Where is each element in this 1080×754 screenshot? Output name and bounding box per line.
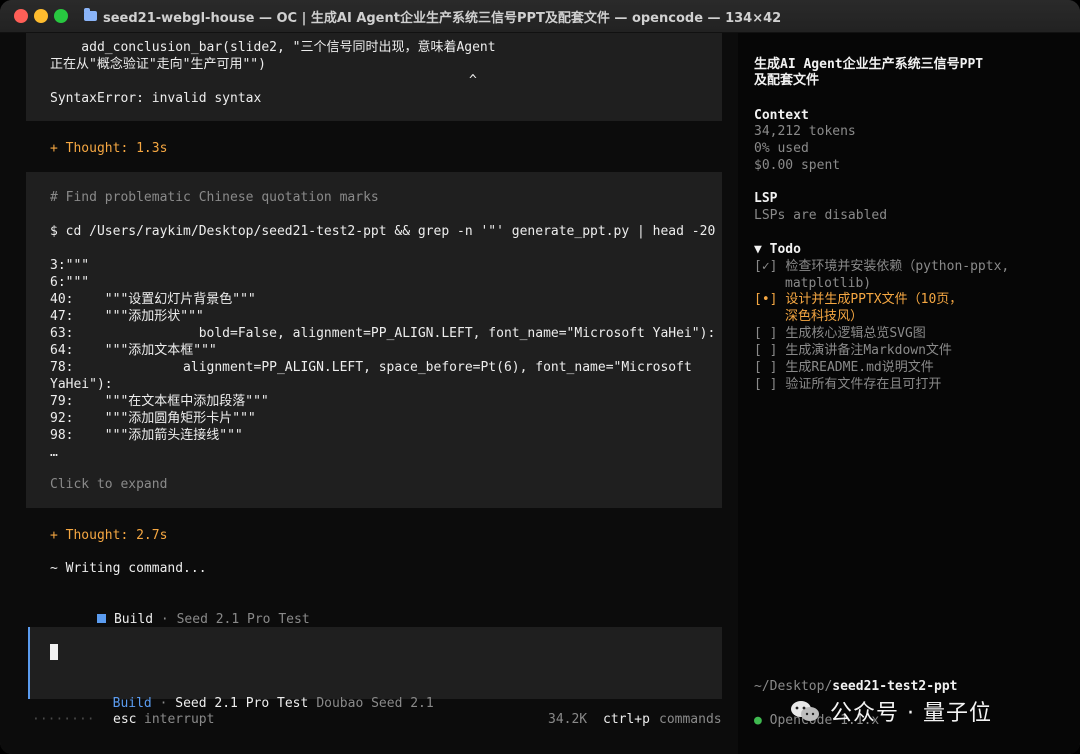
writing-status: ~ Writing command... xyxy=(50,561,207,576)
context-header: Context xyxy=(754,108,809,123)
session-title-line-2: 及配套文件 xyxy=(754,73,820,88)
path-dir: seed21-test2-ppt xyxy=(832,679,958,694)
build-square-icon xyxy=(96,614,106,623)
todo-empty-checkbox: [ ] xyxy=(754,360,778,375)
todo-checkmark: [✓] xyxy=(754,259,778,274)
output-line: 64: """添加文本框""" xyxy=(50,343,217,358)
watermark: 公众号 · 量子位 xyxy=(790,696,1060,726)
todo-text: 生成演讲备注Markdown文件 xyxy=(785,343,952,358)
conversation-pane[interactable]: add_conclusion_bar(slide2, "三个信号同时出现，意味着… xyxy=(0,33,738,754)
todo-text: 验证所有文件存在且可打开 xyxy=(785,377,942,392)
error-message: SyntaxError: invalid syntax xyxy=(50,91,262,106)
commands-label[interactable]: commands xyxy=(659,711,722,728)
session-sidebar: 生成AI Agent企业生产系统三信号PPT 及配套文件 Context 34,… xyxy=(738,33,1080,754)
prompt-input[interactable]: Build · Seed 2.1 Pro Test Doubao Seed 2.1 xyxy=(30,627,722,711)
todo-item: [ ] 生成README.md说明文件 xyxy=(754,359,934,376)
output-line: 63: bold=False, alignment=PP_ALIGN.LEFT,… xyxy=(50,326,716,341)
todo-item: [ ] 生成演讲备注Markdown文件 xyxy=(754,342,952,359)
window-title-text: seed21-webgl-house — OC | 生成AI Agent企业生产… xyxy=(103,10,782,26)
minimize-window-button[interactable] xyxy=(34,9,48,23)
thought-indicator-1[interactable]: + Thought: 1.3s xyxy=(50,140,167,157)
terminal-window: seed21-webgl-house — OC | 生成AI Agent企业生产… xyxy=(0,0,1080,754)
error-code-line-2: 正在从"概念验证"走向"生产可用"") xyxy=(50,57,266,72)
context-spent: $0.00 spent xyxy=(754,158,841,173)
output-line: … xyxy=(50,445,58,460)
todo-active-marker: [•] xyxy=(754,292,778,307)
output-line: 92: """添加圆角矩形卡片""" xyxy=(50,411,256,426)
wechat-icon xyxy=(791,701,819,721)
lsp-header: LSP xyxy=(754,191,778,206)
build-label: Build xyxy=(113,612,154,627)
output-line: 98: """添加箭头连接线""" xyxy=(50,428,243,443)
command-comment: # Find problematic Chinese quotation mar… xyxy=(50,190,379,205)
path-prefix: ~/Desktop/ xyxy=(754,679,833,694)
lsp-status: LSPs are disabled xyxy=(754,208,888,223)
todo-header-toggle[interactable]: ▼ Todo xyxy=(754,241,801,258)
output-line: 79: """在文本框中添加段落""" xyxy=(50,394,269,409)
context-used: 0% used xyxy=(754,141,809,156)
folder-icon xyxy=(84,8,97,21)
esc-key: esc xyxy=(113,712,137,727)
todo-text: 设计并生成PPTX文件（10页， xyxy=(785,292,963,307)
window-title: seed21-webgl-house — OC | 生成AI Agent企业生产… xyxy=(84,0,781,32)
build-separator: · xyxy=(153,612,177,627)
todo-text: 检查环境并安装依赖（python-pptx, xyxy=(785,259,1010,274)
commands-key: ctrl+p xyxy=(603,712,650,727)
output-line: 6:""" xyxy=(50,275,90,290)
output-line: 78: alignment=PP_ALIGN.LEFT, space_befor… xyxy=(50,360,692,375)
todo-item: [ ] 验证所有文件存在且可打开 xyxy=(754,376,941,393)
error-code-line-1: add_conclusion_bar(slide2, "三个信号同时出现，意味着… xyxy=(50,40,496,55)
title-bar: seed21-webgl-house — OC | 生成AI Agent企业生产… xyxy=(0,0,1080,33)
todo-text: 生成README.md说明文件 xyxy=(785,360,934,375)
todo-text-continued: 深色科技风） xyxy=(785,309,864,324)
esc-label: interrupt xyxy=(144,712,215,727)
thought-indicator-2[interactable]: + Thought: 2.7s xyxy=(50,527,167,544)
status-dot-icon: ● xyxy=(754,713,762,728)
output-line: 47: """添加形状""" xyxy=(50,309,204,324)
click-to-expand-link[interactable]: Click to expand xyxy=(50,476,167,493)
text-cursor xyxy=(50,644,58,660)
todo-text: 生成核心逻辑总览SVG图 xyxy=(785,326,926,341)
error-caret: ^ xyxy=(469,73,477,88)
token-count: 34.2K xyxy=(548,712,588,727)
todo-empty-checkbox: [ ] xyxy=(754,343,778,358)
todo-text-continued: matplotlib) xyxy=(785,276,872,291)
command-output-block[interactable]: # Find problematic Chinese quotation mar… xyxy=(26,172,722,508)
error-output-block: add_conclusion_bar(slide2, "三个信号同时出现，意味着… xyxy=(26,33,722,121)
todo-empty-checkbox: [ ] xyxy=(754,326,778,341)
todo-item: [✓] 检查环境并安装依赖（python-pptx, xyxy=(754,258,1009,275)
todo-empty-checkbox: [ ] xyxy=(754,377,778,392)
zoom-window-button[interactable] xyxy=(54,9,68,23)
output-line: YaHei"): xyxy=(50,377,113,392)
command-line: $ cd /Users/raykim/Desktop/seed21-test2-… xyxy=(50,224,716,239)
todo-item: [ ] 生成核心逻辑总览SVG图 xyxy=(754,325,926,342)
session-title-line-1: 生成AI Agent企业生产系统三信号PPT xyxy=(754,57,984,72)
status-dots: ········ xyxy=(32,712,95,727)
working-directory: ~/Desktop/seed21-test2-ppt xyxy=(754,678,958,695)
output-line: 40: """设置幻灯片背景色""" xyxy=(50,292,256,307)
watermark-text: 公众号 · 量子位 xyxy=(830,701,992,726)
output-line: 3:""" xyxy=(50,258,90,273)
todo-item-active: [•] 设计并生成PPTX文件（10页， xyxy=(754,291,962,308)
context-tokens: 34,212 tokens xyxy=(754,124,856,139)
build-model: Seed 2.1 Pro Test xyxy=(176,612,310,627)
status-bar: ········ esc interrupt 34.2K ctrl+p comm… xyxy=(0,705,738,731)
close-window-button[interactable] xyxy=(14,9,28,23)
